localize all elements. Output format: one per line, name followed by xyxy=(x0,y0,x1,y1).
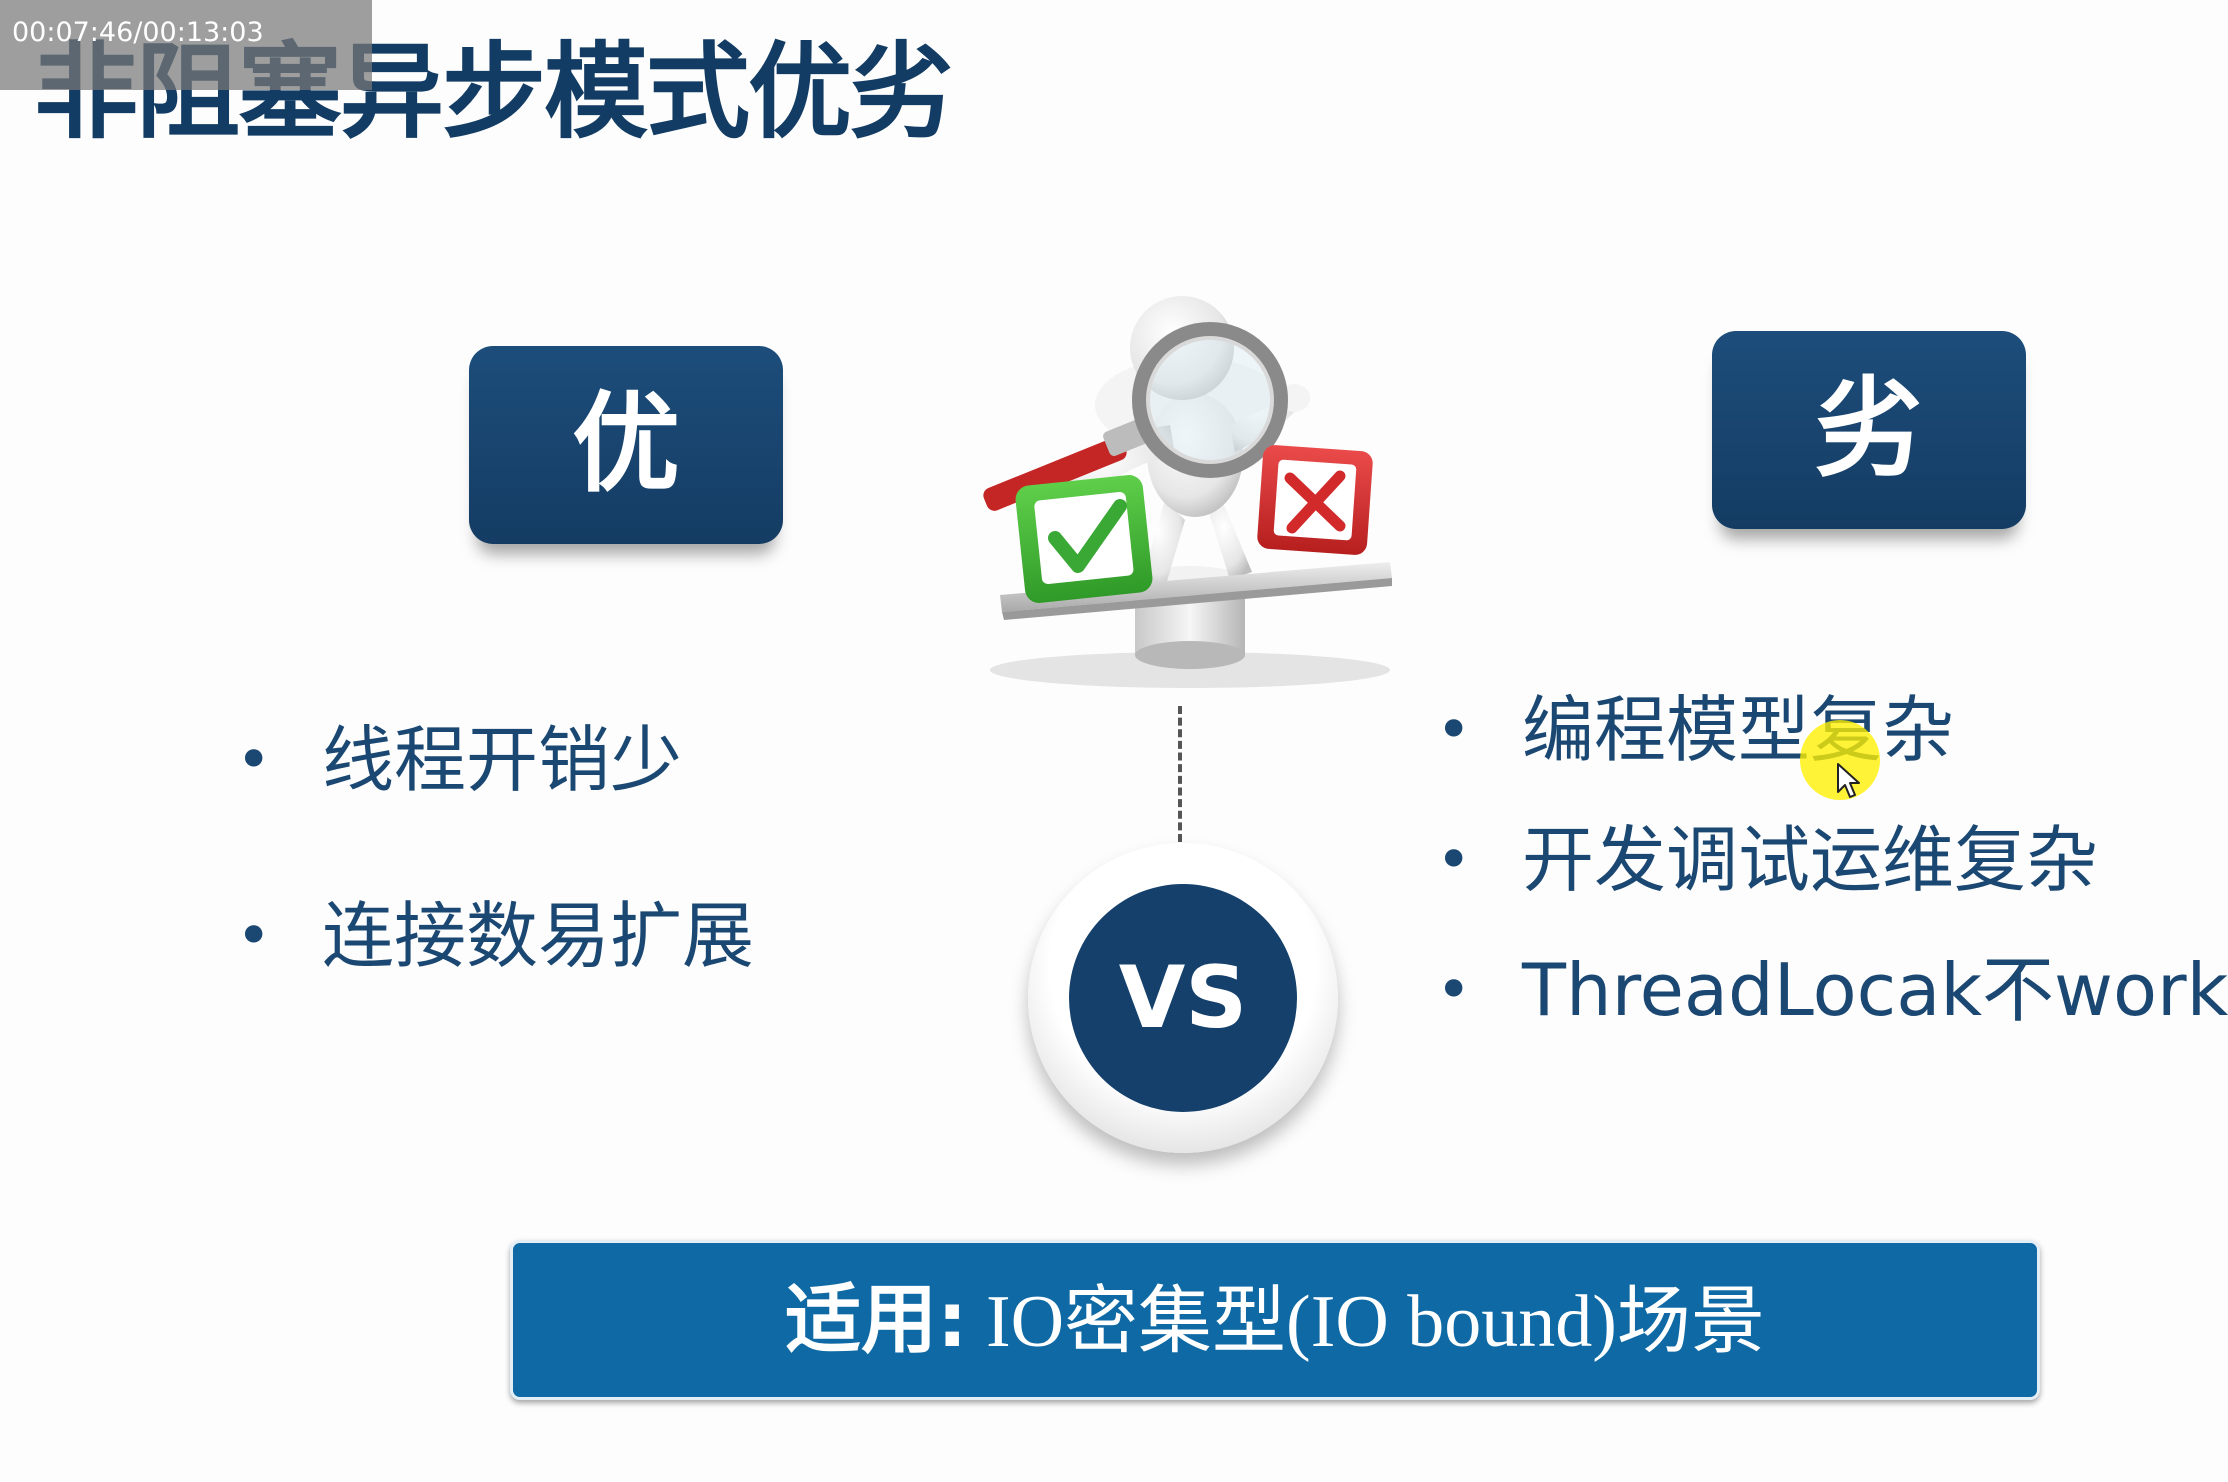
check-icon xyxy=(1015,475,1153,603)
vs-label: VS xyxy=(1069,884,1297,1112)
bullet-icon: • xyxy=(236,901,272,971)
bullet-icon: • xyxy=(1436,825,1472,895)
mouse-pointer-icon xyxy=(1837,763,1860,798)
pros-item-text: 线程开销少 xyxy=(322,718,683,802)
usage-banner: 适用: IO密集型(IO bound)场景 xyxy=(510,1240,2040,1400)
video-timecode: 00:07:46/00:13:03 xyxy=(0,0,372,90)
vs-connector-line xyxy=(1178,706,1182,842)
bullet-icon: • xyxy=(236,725,272,795)
banner-text: IO密集型(IO bound)场景 xyxy=(967,1281,1765,1363)
banner-label: 适用: xyxy=(785,1275,968,1364)
pros-badge: 优 xyxy=(469,346,783,544)
pros-item: • 连接数易扩展 xyxy=(236,886,754,1062)
pros-item: • 线程开销少 xyxy=(236,710,754,886)
slide: 00:07:46/00:13:03 非阻塞异步模式优劣 优 劣 • 线程开销少 … xyxy=(0,0,2228,1482)
pros-item-text: 连接数易扩展 xyxy=(322,894,755,978)
cons-item: • ThreadLocak不work xyxy=(1436,940,2228,1070)
pros-list: • 线程开销少 • 连接数易扩展 xyxy=(236,710,754,1062)
cons-item-text: 开发调试运维复杂 xyxy=(1522,818,2099,902)
balance-illustration xyxy=(983,296,1392,688)
bullet-icon: • xyxy=(1436,695,1472,765)
cons-item-text: 编程模型复杂 xyxy=(1522,688,1955,772)
bullet-icon: • xyxy=(1436,955,1472,1025)
cons-item-text: ThreadLocak不work xyxy=(1522,948,2228,1032)
cross-icon xyxy=(1257,445,1373,555)
cons-badge: 劣 xyxy=(1712,331,2026,529)
cons-item: • 开发调试运维复杂 xyxy=(1436,810,2228,940)
vs-circle: VS xyxy=(1028,843,1338,1153)
